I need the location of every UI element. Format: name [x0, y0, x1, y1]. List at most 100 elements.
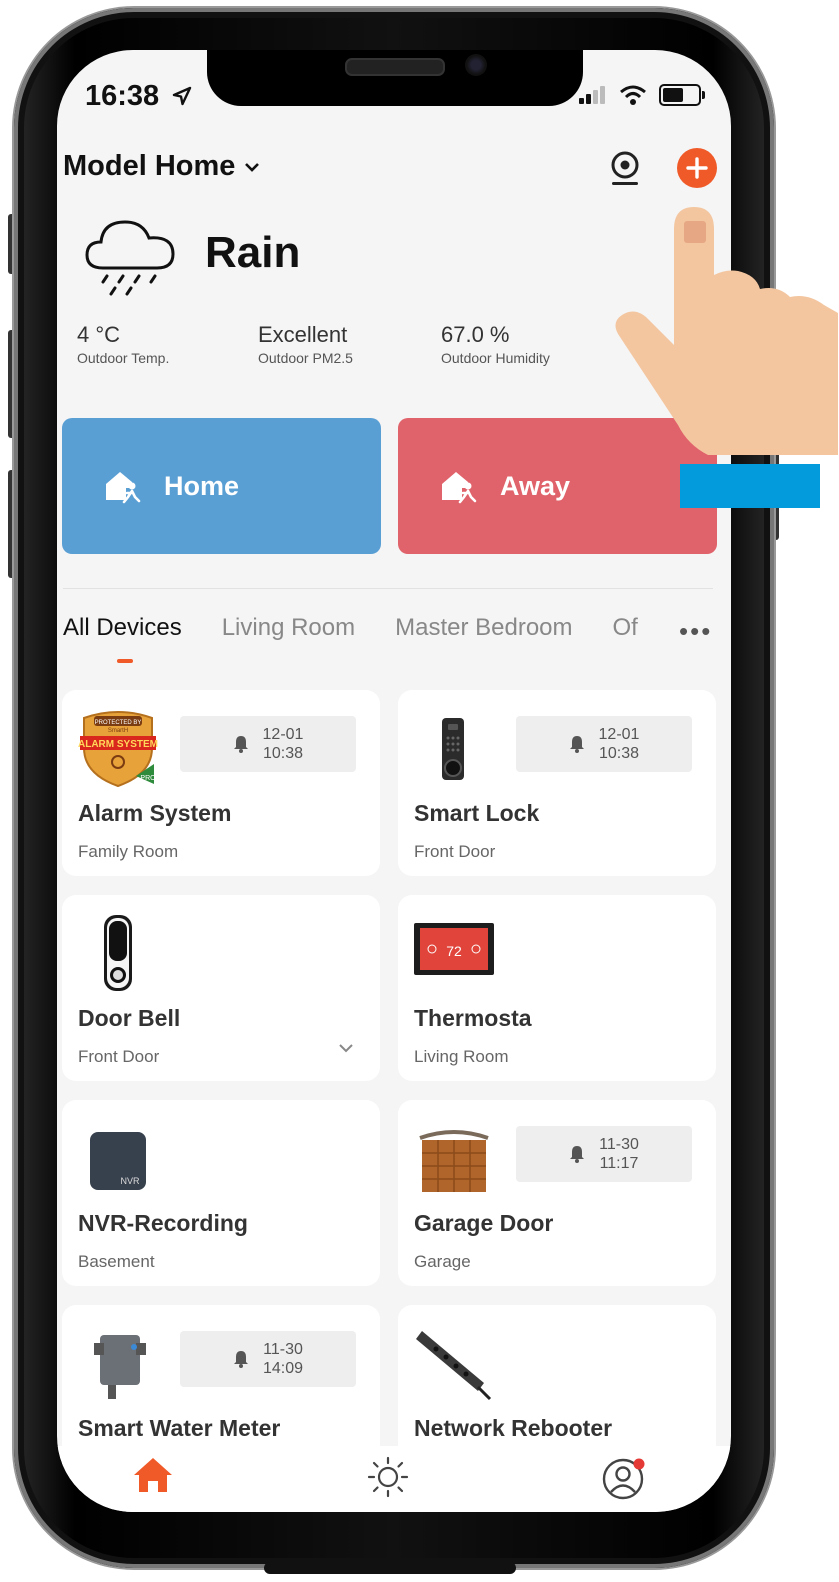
pointing-hand-icon: [615, 207, 838, 455]
device-card-door-bell[interactable]: Door Bell Front Door: [62, 895, 380, 1081]
cellular-signal-icon: [579, 86, 607, 104]
profile-icon[interactable]: [601, 1455, 649, 1503]
device-name: Garage Door: [414, 1210, 554, 1236]
last-alert: 12-01 10:38: [180, 716, 356, 772]
device-name: Smart Lock: [414, 800, 540, 826]
thermostat-thumbnail: 72: [414, 923, 494, 975]
alert-time: 10:38: [262, 745, 304, 762]
stat-value: 67.0 %: [441, 322, 510, 347]
status-time: 16:38: [85, 80, 193, 113]
add-device-button[interactable]: [677, 148, 717, 188]
tab-all-devices[interactable]: All Devices: [63, 614, 182, 642]
device-name: Thermosta: [414, 1005, 532, 1031]
alert-time: 14:09: [262, 1360, 304, 1377]
room-tabs: All Devices Living Room Master Bedroom O…: [63, 614, 638, 642]
stat-label: Outdoor Temp.: [77, 350, 170, 366]
rain-cloud-icon: [85, 220, 175, 296]
stat-label: Outdoor Humidity: [441, 350, 550, 366]
thermostat-value: 72: [446, 943, 462, 959]
garage-door-thumbnail: [419, 1130, 489, 1192]
overlay-highlight-bar: [680, 464, 820, 508]
network-rebooter-thumbnail: [416, 1331, 492, 1401]
weather-condition: Rain: [205, 228, 301, 277]
last-alert: 11-30 11:17: [516, 1126, 692, 1182]
tab-master-bedroom[interactable]: Master Bedroom: [395, 614, 572, 642]
chevron-down-icon[interactable]: [338, 1043, 354, 1053]
wifi-icon: [620, 85, 646, 105]
device-room: Basement: [78, 1252, 155, 1271]
badge-text-1: PROTECTED BY: [95, 720, 142, 726]
divider: [63, 588, 713, 589]
chevron-down-icon: [245, 162, 260, 172]
alarm-system-thumbnail: PROTECTED BY SmartH ALARM SYSTEM PRO: [78, 711, 158, 788]
mode-label: Home: [164, 470, 240, 501]
bell-icon: [569, 736, 584, 753]
last-alert: 11-30 14:09: [180, 1331, 356, 1387]
tab-office[interactable]: Of: [613, 614, 638, 642]
device-room: Family Room: [78, 842, 179, 861]
device-name: NVR-Recording: [78, 1210, 248, 1236]
active-tab-indicator: [117, 659, 133, 663]
alert-date: 12-01: [598, 726, 640, 743]
badge-text-3: ALARM SYSTEM: [78, 739, 158, 750]
notch: [207, 50, 583, 106]
time-text: 16:38: [85, 80, 160, 112]
badge-text-4: PRO: [140, 775, 156, 782]
alert-date: 12-01: [262, 726, 304, 743]
stat-humidity: 67.0 % Outdoor Humidity: [441, 322, 550, 366]
bell-icon: [233, 736, 248, 753]
water-meter-thumbnail: [94, 1335, 146, 1399]
device-card-garage-door[interactable]: 11-30 11:17 Garage Door Garage: [398, 1100, 716, 1286]
smart-lock-thumbnail: [442, 718, 464, 780]
device-name: Network Rebooter: [414, 1415, 613, 1441]
home-mode-button[interactable]: Home: [62, 418, 381, 554]
battery-icon: [659, 84, 705, 106]
alert-date: 11-30: [263, 1341, 303, 1358]
stat-temperature: 4 °C Outdoor Temp.: [77, 322, 169, 366]
nvr-label: NVR: [120, 1176, 140, 1186]
home-name: Model Home: [63, 150, 236, 182]
door-bell-thumbnail: [104, 915, 132, 991]
home-mode-icon: [106, 472, 141, 504]
status-icons: [579, 84, 705, 106]
mode-label: Away: [500, 470, 571, 501]
device-room: Front Door: [414, 842, 496, 861]
alert-datetime: 12-01 10:38: [263, 725, 304, 763]
tab-living-room[interactable]: Living Room: [222, 614, 355, 642]
bell-icon: [570, 1146, 585, 1163]
bell-icon: [233, 1351, 248, 1368]
stat-label: Outdoor PM2.5: [258, 350, 353, 366]
device-name: Smart Water Meter: [78, 1415, 281, 1441]
alert-time: 11:17: [599, 1155, 639, 1172]
stat-value: Excellent: [258, 322, 348, 347]
device-card-smart-lock[interactable]: 12-01 10:38 Smart Lock Front Door: [398, 690, 716, 876]
device-card-nvr[interactable]: NVR NVR-Recording Basement: [62, 1100, 380, 1286]
badge-text-2: SmartH: [108, 728, 128, 734]
device-name: Alarm System: [78, 800, 232, 826]
home-icon[interactable]: [131, 1455, 175, 1495]
device-card-alarm-system[interactable]: PROTECTED BY SmartH ALARM SYSTEM PRO 12-…: [62, 690, 380, 876]
camera-icon[interactable]: [609, 150, 641, 186]
away-mode-icon: [442, 472, 477, 504]
sun-icon[interactable]: [365, 1455, 411, 1499]
home-indicator: [264, 1562, 516, 1574]
speaker-grille: [345, 58, 445, 76]
plus-icon: [686, 157, 708, 179]
stat-value: 4 °C: [77, 322, 121, 347]
alert-datetime: 11-30 14:09: [263, 1340, 303, 1378]
device-name: Door Bell: [78, 1005, 181, 1031]
device-room: Front Door: [78, 1047, 160, 1066]
device-room: Living Room: [414, 1047, 509, 1066]
alert-time: 10:38: [598, 745, 640, 762]
last-alert: 12-01 10:38: [516, 716, 692, 772]
alert-datetime: 12-01 10:38: [599, 725, 640, 763]
alert-date: 11-30: [599, 1136, 639, 1153]
home-selector[interactable]: Model Home: [63, 150, 261, 183]
front-camera: [465, 54, 487, 76]
location-arrow-icon: [173, 86, 192, 106]
alert-datetime: 11-30 11:17: [599, 1135, 639, 1173]
device-card-thermostat[interactable]: 72 Thermosta Living Room: [398, 895, 716, 1081]
device-room: Garage: [414, 1252, 471, 1271]
more-tabs-button[interactable]: •••: [679, 616, 712, 647]
stat-pm25: Excellent Outdoor PM2.5: [258, 322, 353, 366]
